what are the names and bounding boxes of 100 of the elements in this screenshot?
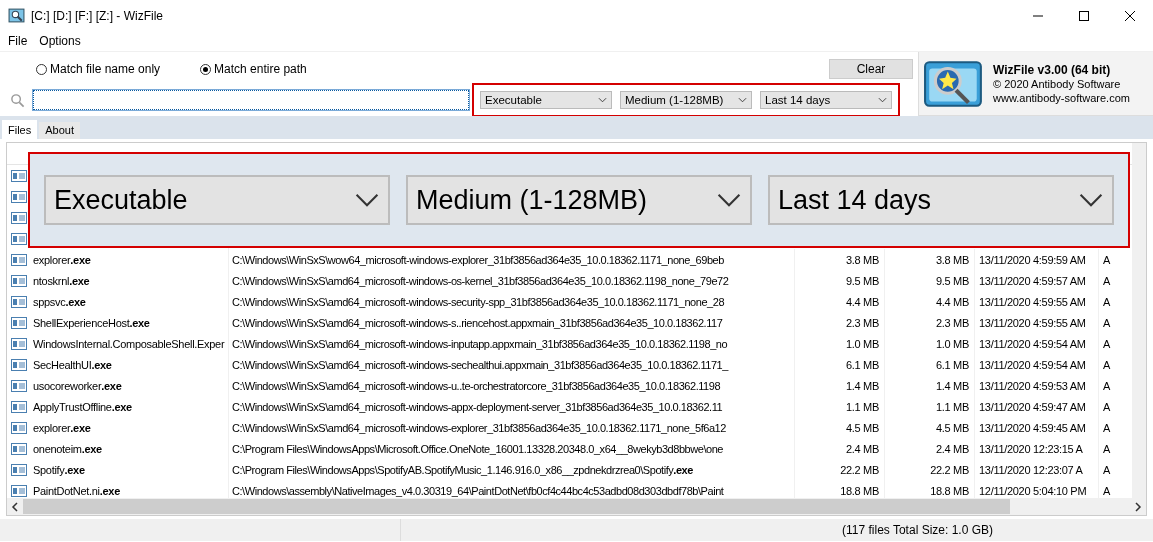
- file-path: C:\Windows\WinSxS\amd64_microsoft-windows-u..te-orchestratorcore_31bf3856ad364e35_10.0.18362.1198: [232, 379, 721, 392]
- file-attribute: A: [1103, 358, 1111, 371]
- filter-dropdown[interactable]: Executable: [480, 91, 612, 109]
- file-name: WindowsInternal.ComposableShell.Exper: [33, 337, 225, 350]
- file-path: C:\Windows\WinSxS\amd64_microsoft-windows-security-spp_31bf3856ad364e35_10.0.18362.1171_none_28: [232, 295, 725, 308]
- menu-item[interactable]: Options: [39, 34, 81, 48]
- app-version: WizFile v3.00 (64 bit): [993, 62, 1112, 77]
- scroll-right-icon[interactable]: [1134, 501, 1142, 512]
- radio-option[interactable]: Match entire path: [200, 62, 307, 76]
- allocated-size: 4.5 MB: [935, 421, 969, 434]
- modified-date: 13/11/2020 4:59:54 AM: [979, 337, 1086, 350]
- file-path: C:\Windows\WinSxS\amd64_microsoft-windows-os-kernel_31bf3856ad364e35_10.0.18362.1198_none_79e72: [232, 274, 729, 287]
- modified-date: 13/11/2020 4:59:57 AM: [979, 274, 1086, 287]
- chevron-down-icon: [878, 97, 887, 103]
- file-size: 2.3 MB: [845, 316, 879, 329]
- file-path: C:\Windows\WinSxS\wow64_microsoft-windows-explorer_31bf3856ad364e35_10.0.18362.1171_none_69beb: [232, 253, 724, 266]
- chevron-down-icon: [738, 97, 747, 103]
- tab[interactable]: About: [39, 122, 80, 139]
- search-field[interactable]: [33, 90, 469, 110]
- horizontal-scrollbar[interactable]: [7, 498, 1146, 515]
- file-name: usocoreworker.exe: [33, 379, 122, 392]
- file-size: 1.0 MB: [845, 337, 879, 350]
- file-size: 22.2 MB: [840, 463, 879, 476]
- file-icon: [11, 190, 27, 203]
- filter-dropdown[interactable]: Medium (1-128MB): [620, 91, 752, 109]
- file-icon: [11, 421, 27, 434]
- filter-dropdown[interactable]: Last 14 days: [760, 91, 892, 109]
- file-path: C:\Windows\WinSxS\amd64_microsoft-windows-appx-deployment-server_31bf3856ad364e35_10.0.18362.11: [232, 400, 723, 413]
- modified-date: 13/11/2020 4:59:53 AM: [979, 379, 1086, 392]
- chevron-down-icon: [354, 192, 380, 208]
- file-size: 9.5 MB: [845, 274, 879, 287]
- file-path: C:\Windows\WinSxS\amd64_microsoft-windows-s..riencehost.appxmain_31bf3856ad364e35_10.0.18362.117: [232, 316, 723, 329]
- file-attribute: A: [1103, 274, 1111, 287]
- allocated-size: 18.8 MB: [930, 484, 969, 497]
- file-path: C:\Windows\WinSxS\amd64_microsoft-windows-sechealthui.appxmain_31bf3856ad364e35_10.0.18362.1171_: [232, 358, 728, 371]
- allocated-size: 4.4 MB: [935, 295, 969, 308]
- modified-date: 13/11/2020 12:23:15 A: [979, 442, 1083, 455]
- file-icon: [11, 295, 27, 308]
- file-name: explorer.exe: [33, 253, 91, 266]
- file-path: C:\Windows\WinSxS\amd64_microsoft-windows-explorer_31bf3856ad364e35_10.0.18362.1171_none_5f6a12: [232, 421, 726, 434]
- file-name: ShellExperienceHost.exe: [33, 316, 150, 329]
- file-size: 4.4 MB: [845, 295, 879, 308]
- file-name: ApplyTrustOffline.exe: [33, 400, 132, 413]
- file-size: 3.8 MB: [845, 253, 879, 266]
- vertical-scrollbar[interactable]: [1132, 143, 1146, 498]
- file-attribute: A: [1103, 295, 1111, 308]
- file-icon: [11, 442, 27, 455]
- file-icon: [11, 232, 27, 245]
- window-title: [C:] [D:] [F:] [Z:] - WizFile: [31, 8, 163, 23]
- modified-date: 13/11/2020 4:59:47 AM: [979, 400, 1086, 413]
- modified-date: 13/11/2020 4:59:59 AM: [979, 253, 1086, 266]
- file-name: SecHealthUI.exe: [33, 358, 112, 371]
- allocated-size: 22.2 MB: [930, 463, 969, 476]
- file-path: C:\Program Files\WindowsApps\Microsoft.Office.OneNote_16001.13328.20348.0_x64__8wekyb3d8bbwe\one: [232, 442, 724, 455]
- file-size: 4.5 MB: [845, 421, 879, 434]
- file-attribute: A: [1103, 442, 1111, 455]
- file-icon: [11, 400, 27, 413]
- file-attribute: A: [1103, 463, 1111, 476]
- modified-date: 13/11/2020 4:59:45 AM: [979, 421, 1086, 434]
- chevron-down-icon: [598, 97, 607, 103]
- website-link[interactable]: www.antibody-software.com: [993, 90, 1130, 105]
- status-text: (117 files Total Size: 1.0 GB): [842, 523, 993, 537]
- modified-date: 12/11/2020 5:04:10 PM: [979, 484, 1087, 497]
- file-attribute: A: [1103, 316, 1111, 329]
- file-name: onenoteim.exe: [33, 442, 102, 455]
- file-attribute: A: [1103, 421, 1111, 434]
- file-name: explorer.exe: [33, 421, 91, 434]
- file-name: sppsvc.exe: [33, 295, 86, 308]
- chevron-down-icon: [716, 192, 742, 208]
- modified-date: 13/11/2020 4:59:55 AM: [979, 295, 1086, 308]
- file-icon: [11, 337, 27, 350]
- menu-item[interactable]: File: [8, 34, 28, 48]
- tab[interactable]: Files: [2, 120, 38, 139]
- file-icon: [11, 463, 27, 476]
- file-size: 18.8 MB: [840, 484, 879, 497]
- allocated-size: 6.1 MB: [935, 358, 969, 371]
- file-size: 1.4 MB: [845, 379, 879, 392]
- clear-button[interactable]: Clear: [829, 59, 913, 79]
- file-icon: [11, 169, 27, 182]
- file-path: C:\Program Files\WindowsApps\SpotifyAB.SpotifyMusic_1.146.916.0_x86__zpdnekdrzrea0\Spotify.exe: [232, 463, 693, 476]
- allocated-size: 1.1 MB: [935, 400, 969, 413]
- file-name: PaintDotNet.ni.exe: [33, 484, 120, 497]
- allocated-size: 1.0 MB: [935, 337, 969, 350]
- file-icon: [11, 484, 27, 497]
- scroll-left-icon[interactable]: [11, 501, 19, 512]
- file-path: C:\Windows\WinSxS\amd64_microsoft-windows-inputapp.appxmain_31bf3856ad364e35_10.0.18362.1198_no: [232, 337, 728, 350]
- file-attribute: A: [1103, 484, 1111, 497]
- file-attribute: A: [1103, 379, 1111, 392]
- modified-date: 13/11/2020 4:59:55 AM: [979, 316, 1086, 329]
- file-icon: [11, 316, 27, 329]
- radio-option[interactable]: Match file name only: [36, 62, 161, 76]
- file-attribute: A: [1103, 400, 1111, 413]
- search-icon: [10, 92, 25, 108]
- modified-date: 13/11/2020 12:23:07 A: [979, 463, 1083, 476]
- file-size: 2.4 MB: [845, 442, 879, 455]
- close-icon: [1125, 10, 1135, 21]
- allocated-size: 3.8 MB: [935, 253, 969, 266]
- modified-date: 13/11/2020 4:59:54 AM: [979, 358, 1086, 371]
- file-attribute: A: [1103, 253, 1111, 266]
- chevron-down-icon: [1078, 192, 1104, 208]
